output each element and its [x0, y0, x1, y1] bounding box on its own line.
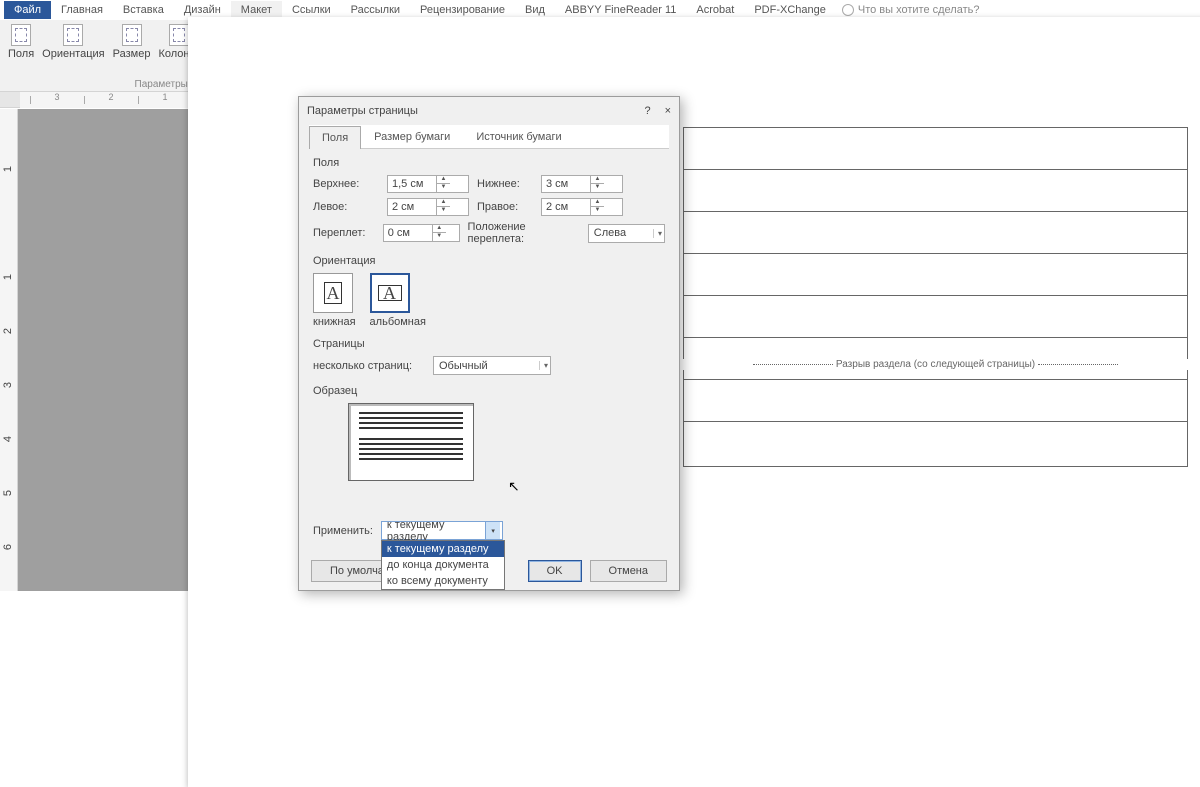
tell-me-input[interactable]: Что вы хотите сделать?: [842, 4, 980, 16]
bottom-margin-label: Нижнее:: [477, 178, 533, 190]
apply-opt-whole[interactable]: ко всему документу: [382, 573, 504, 589]
bottom-margin-spin[interactable]: ▲▼: [541, 175, 623, 193]
dialog-tabs: Поля Размер бумаги Источник бумаги: [309, 125, 669, 149]
dialog-tab-paper[interactable]: Размер бумаги: [361, 125, 463, 148]
dialog-tab-margins[interactable]: Поля: [309, 126, 361, 149]
pages-section-title: Страницы: [313, 338, 665, 350]
orientation-button[interactable]: Ориентация: [40, 22, 106, 68]
tab-insert[interactable]: Вставка: [113, 1, 174, 19]
size-icon: [122, 24, 142, 46]
landscape-button[interactable]: Aальбомная: [370, 273, 426, 328]
dialog-title: Параметры страницы: [307, 105, 418, 117]
preview-pane: [348, 403, 474, 481]
ruler-vertical[interactable]: 11234567: [0, 109, 18, 591]
close-button[interactable]: ×: [665, 105, 671, 117]
tab-home[interactable]: Главная: [51, 1, 113, 19]
multi-pages-label: несколько страниц:: [313, 360, 425, 372]
apply-label: Применить:: [313, 525, 373, 537]
size-button[interactable]: Размер: [111, 22, 153, 68]
apply-select[interactable]: к текущему разделу▾ к текущему разделу д…: [381, 521, 503, 540]
right-margin-spin[interactable]: ▲▼: [541, 198, 623, 216]
columns-icon: [169, 24, 189, 46]
margins-button[interactable]: Поля: [6, 22, 36, 68]
apply-dropdown: к текущему разделу до конца документа ко…: [381, 540, 505, 590]
section-break-marker: Разрыв раздела (со следующей страницы): [683, 359, 1188, 370]
left-margin-label: Левое:: [313, 201, 379, 213]
table: [683, 127, 1188, 467]
dialog-body: Поля Верхнее: ▲▼ Нижнее: ▲▼ Левое: ▲▼ Пр…: [299, 149, 679, 499]
help-button[interactable]: ?: [644, 105, 650, 117]
gutter-spin[interactable]: ▲▼: [383, 224, 460, 242]
margins-icon: [11, 24, 31, 46]
gutter-label: Переплет:: [313, 227, 375, 239]
ok-button[interactable]: OK: [528, 560, 582, 582]
orientation-icon: [63, 24, 83, 46]
apply-opt-end[interactable]: до конца документа: [382, 557, 504, 573]
dialog-titlebar[interactable]: Параметры страницы ? ×: [299, 97, 679, 125]
margins-section-title: Поля: [313, 157, 665, 169]
left-margin-spin[interactable]: ▲▼: [387, 198, 469, 216]
cancel-button[interactable]: Отмена: [590, 560, 667, 582]
page-setup-dialog: Параметры страницы ? × Поля Размер бумаг…: [298, 96, 680, 591]
orientation-section-title: Ориентация: [313, 255, 665, 267]
multi-pages-select[interactable]: Обычный▾: [433, 356, 551, 375]
top-margin-label: Верхнее:: [313, 178, 379, 190]
gutter-pos-select[interactable]: Слева▾: [588, 224, 665, 243]
portrait-button[interactable]: Aкнижная: [313, 273, 356, 328]
preview-section-title: Образец: [313, 385, 665, 397]
gutter-pos-label: Положение переплета:: [468, 221, 580, 245]
apply-row: Применить: к текущему разделу▾ к текущем…: [313, 521, 503, 540]
right-margin-label: Правое:: [477, 201, 533, 213]
apply-opt-current[interactable]: к текущему разделу: [382, 541, 504, 557]
top-margin-spin[interactable]: ▲▼: [387, 175, 469, 193]
dialog-tab-source[interactable]: Источник бумаги: [463, 125, 574, 148]
tab-file[interactable]: Файл: [4, 1, 51, 19]
